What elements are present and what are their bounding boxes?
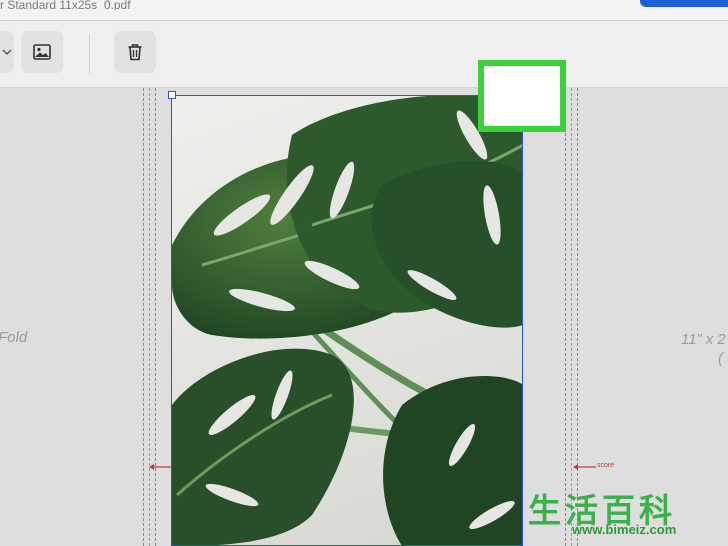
image-icon [33,44,51,60]
bleed-guide-right [577,88,578,546]
delete-button[interactable] [114,31,156,73]
chevron-down-icon [2,49,12,56]
selection-frame[interactable] [171,95,523,546]
title-bar: r Standard 11x25s_0.pdf [0,0,728,21]
toolbar-separator [89,34,90,74]
score-arrow-right-icon [573,464,596,470]
trim-guide-right [571,88,572,546]
trim-guide-left [149,88,150,546]
highlight-callout [478,60,566,132]
watermark-url: www.bimeiz.com [572,522,677,537]
left-fold-label: Fold [0,329,28,346]
primary-action-button[interactable] [640,0,728,7]
site-watermark: 生活百科 www.bimeiz.com [528,484,728,546]
bleed-guide-left [143,88,144,546]
safe-guide-left [155,88,156,546]
dropdown-button[interactable] [0,31,14,73]
insert-image-button[interactable] [21,31,63,73]
file-name: r Standard 11x25s_0.pdf [0,0,131,10]
score-arrow-left-icon [149,464,172,470]
score-label: score [597,462,615,469]
safe-guide-right [565,88,566,546]
right-fold-label: 11” x 2 [681,331,726,348]
resize-handle-top-left[interactable] [168,91,176,99]
right-fold-sublabel: ( [718,350,723,367]
trash-icon [128,44,142,61]
editor-toolbar [0,21,728,88]
